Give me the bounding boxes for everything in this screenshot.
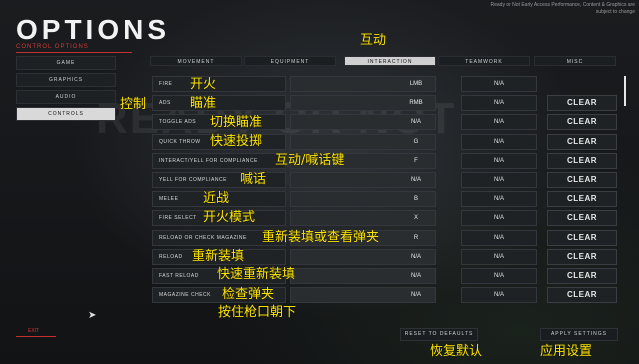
- binding-row-interact: INTERACT/YELL FOR COMPLIANCE F N/A CLEAR: [152, 152, 618, 169]
- binding-secondary-key[interactable]: N/A: [461, 76, 537, 92]
- tab-interaction[interactable]: INTERACTION: [344, 56, 436, 66]
- nav-graphics[interactable]: GRAPHICS: [16, 73, 116, 87]
- annotation-toggle-ads: 切换瞄准: [210, 115, 263, 130]
- annotation-melee: 近战: [203, 191, 230, 206]
- clear-button[interactable]: CLEAR: [547, 171, 617, 188]
- nav-controls[interactable]: CONTROLS: [16, 107, 116, 121]
- binding-primary-key[interactable]: N/A: [396, 172, 436, 188]
- annotation-magazine-check: 检查弹夹: [222, 287, 275, 302]
- binding-primary-key[interactable]: F: [396, 153, 436, 169]
- tab-misc[interactable]: MISC: [534, 56, 616, 66]
- annotation-apply: 应用设置: [540, 344, 593, 359]
- binding-secondary-key[interactable]: N/A: [461, 191, 537, 208]
- exit-divider: [16, 336, 56, 337]
- tab-equipment[interactable]: EQUIPMENT: [244, 56, 336, 66]
- subtitle-divider: [16, 52, 132, 53]
- apply-settings-button[interactable]: APPLY SETTINGS: [540, 328, 618, 341]
- binding-primary-key[interactable]: R: [396, 230, 436, 246]
- annotation-reload-or-check: 重新装填或查看弹夹: [262, 230, 380, 245]
- annotation-interact: 互动/喊话键: [275, 153, 345, 168]
- binding-secondary-key[interactable]: N/A: [461, 229, 537, 246]
- binding-action-label: FIRE: [152, 76, 286, 92]
- clear-button[interactable]: CLEAR: [547, 114, 617, 131]
- annotation-interaction-tab: 互动: [360, 33, 387, 48]
- clear-button[interactable]: CLEAR: [547, 210, 617, 227]
- binding-primary-key[interactable]: N/A: [396, 114, 436, 130]
- binding-action-label: ADS: [152, 95, 286, 112]
- reset-defaults-button[interactable]: RESET TO DEFAULTS: [400, 328, 478, 341]
- binding-secondary-key[interactable]: N/A: [461, 210, 537, 227]
- clear-button[interactable]: CLEAR: [547, 95, 617, 112]
- tab-movement[interactable]: MOVEMENT: [150, 56, 242, 66]
- tab-teamwork[interactable]: TEAMWORK: [438, 56, 530, 66]
- clear-button[interactable]: CLEAR: [547, 248, 617, 265]
- binding-row-ads: ADS RMB N/A CLEAR: [152, 95, 618, 112]
- left-nav: GAME GRAPHICS AUDIO CONTROLS: [16, 56, 116, 124]
- annotation-fire-select: 开火模式: [203, 210, 256, 225]
- binding-row-reload-or-check: RELOAD OR CHECK MAGAZINE R N/A CLEAR: [152, 229, 618, 246]
- annotation-reload: 重新装填: [192, 249, 245, 264]
- binding-primary-key[interactable]: N/A: [396, 268, 436, 284]
- binding-secondary-key[interactable]: N/A: [461, 114, 537, 131]
- binding-primary-key[interactable]: B: [396, 191, 436, 207]
- page-title: OPTIONS: [16, 14, 171, 45]
- binding-row-fire: FIRE LMB N/A: [152, 76, 618, 92]
- binding-secondary-key[interactable]: N/A: [461, 171, 537, 188]
- binding-secondary-key[interactable]: N/A: [461, 95, 537, 112]
- binding-secondary-key[interactable]: N/A: [461, 248, 537, 265]
- annotation-reset: 恢复默认: [430, 344, 483, 359]
- binding-secondary-key[interactable]: N/A: [461, 267, 537, 284]
- annotation-fast-reload: 快速重新装填: [217, 267, 296, 282]
- mouse-cursor-icon: ➤: [88, 310, 97, 321]
- annotation-ads: 瞄准: [190, 96, 217, 111]
- clear-button[interactable]: CLEAR: [547, 191, 617, 208]
- binding-secondary-key[interactable]: N/A: [461, 152, 537, 169]
- binding-action-label: INTERACT/YELL FOR COMPLIANCE: [152, 152, 286, 169]
- binding-primary-key[interactable]: LMB: [396, 76, 436, 92]
- annotation-fire: 开火: [190, 77, 217, 92]
- annotation-quick-throw: 快速投掷: [210, 134, 263, 149]
- nav-audio[interactable]: AUDIO: [16, 90, 116, 104]
- binding-row-yell: YELL FOR COMPLIANCE N/A N/A CLEAR: [152, 171, 618, 188]
- annotation-low-ready: 按住枪口朝下: [218, 305, 297, 320]
- binding-primary-key[interactable]: N/A: [396, 287, 436, 303]
- clear-button[interactable]: CLEAR: [547, 229, 617, 246]
- build-info: Ready or Not Early Access Performance, C…: [490, 2, 635, 15]
- binding-primary-key[interactable]: RMB: [396, 95, 436, 111]
- clear-button[interactable]: CLEAR: [547, 133, 617, 150]
- controls-tabs: MOVEMENT EQUIPMENT INTERACTION TEAMWORK …: [150, 56, 616, 66]
- clear-button[interactable]: CLEAR: [547, 152, 617, 169]
- clear-button[interactable]: CLEAR: [547, 287, 617, 304]
- binding-secondary-key[interactable]: N/A: [461, 133, 537, 150]
- binding-primary-key[interactable]: G: [396, 134, 436, 150]
- clear-button[interactable]: CLEAR: [547, 267, 617, 284]
- nav-game[interactable]: GAME: [16, 56, 116, 70]
- binding-primary-key[interactable]: X: [396, 210, 436, 226]
- annotation-yell: 喊话: [240, 172, 267, 187]
- annotation-controls: 控制: [120, 97, 147, 112]
- exit-button[interactable]: EXIT: [28, 328, 48, 334]
- binding-primary-key[interactable]: N/A: [396, 249, 436, 265]
- bindings-scrollbar[interactable]: [624, 76, 626, 106]
- binding-secondary-key[interactable]: N/A: [461, 287, 537, 304]
- page-subtitle: CONTROL OPTIONS: [16, 44, 89, 50]
